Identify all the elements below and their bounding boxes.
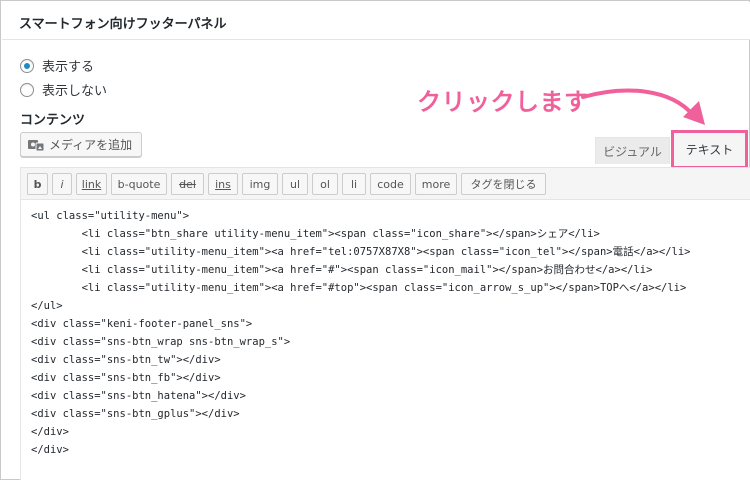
radio-option-show[interactable]: 表示する	[20, 56, 94, 75]
contents-label: コンテンツ	[20, 113, 86, 128]
qt-link-button[interactable]: link	[76, 173, 107, 195]
text-editor[interactable]: b i link b-quote del ins img ul ol li co…	[20, 167, 750, 480]
code-line: </div>	[31, 444, 69, 456]
radio-label-hide: 表示しない	[42, 84, 108, 99]
qt-ol-button[interactable]: ol	[312, 173, 338, 195]
settings-panel: スマートフォン向けフッターパネル 表示する 表示しない コンテンツ クリックしま…	[0, 0, 750, 480]
code-line: </ul>	[31, 300, 63, 312]
code-line: <li class="utility-menu_item"><a href="#…	[31, 264, 653, 276]
add-media-label: メディアを追加	[49, 138, 133, 152]
quicktags-toolbar: b i link b-quote del ins img ul ol li co…	[21, 168, 750, 200]
tab-visual[interactable]: ビジュアル	[595, 137, 670, 164]
qt-ins-button[interactable]: ins	[208, 173, 238, 195]
radio-button-checked[interactable]	[20, 58, 34, 73]
radio-label-show: 表示する	[42, 60, 95, 75]
qt-bold-button[interactable]: b	[27, 173, 48, 195]
qt-img-button[interactable]: img	[242, 173, 278, 195]
qt-blockquote-button[interactable]: b-quote	[111, 173, 167, 195]
qt-more-button[interactable]: more	[415, 173, 457, 195]
pink-arrow-icon	[581, 88, 705, 125]
add-media-button[interactable]: メディアを追加	[20, 132, 142, 157]
qt-code-button[interactable]: code	[370, 173, 411, 195]
qt-italic-button[interactable]: i	[52, 173, 72, 195]
code-line: <div class="sns-btn_wrap sns-btn_wrap_s"…	[31, 336, 291, 348]
code-line: <li class="btn_share utility-menu_item">…	[31, 228, 600, 240]
qt-ul-button[interactable]: ul	[282, 173, 308, 195]
code-line: <li class="utility-menu_item"><a href="t…	[31, 246, 691, 258]
code-line: <div class="sns-btn_tw"></div>	[31, 354, 221, 366]
code-line: <div class="keni-footer-panel_sns">	[31, 318, 253, 330]
panel-header: スマートフォン向けフッターパネル	[2, 2, 750, 40]
qt-close-tags-button[interactable]: タグを閉じる	[461, 173, 546, 195]
code-line: </div>	[31, 426, 69, 438]
code-line: <li class="utility-menu_item"><a href="#…	[31, 282, 687, 294]
panel-title: スマートフォン向けフッターパネル	[19, 17, 227, 32]
code-line: <div class="sns-btn_fb"></div>	[31, 372, 221, 384]
code-line: <div class="sns-btn_gplus"></div>	[31, 408, 240, 420]
tab-text[interactable]: テキスト	[671, 130, 748, 169]
radio-button-unchecked[interactable]	[20, 82, 34, 97]
code-line: <ul class="utility-menu">	[31, 210, 190, 222]
click-annotation: クリックします	[417, 88, 589, 116]
radio-option-hide[interactable]: 表示しない	[20, 80, 107, 99]
qt-li-button[interactable]: li	[342, 173, 366, 195]
code-line: <div class="sns-btn_hatena"></div>	[31, 390, 246, 402]
media-icon	[28, 139, 45, 151]
qt-del-button[interactable]: del	[171, 173, 204, 195]
